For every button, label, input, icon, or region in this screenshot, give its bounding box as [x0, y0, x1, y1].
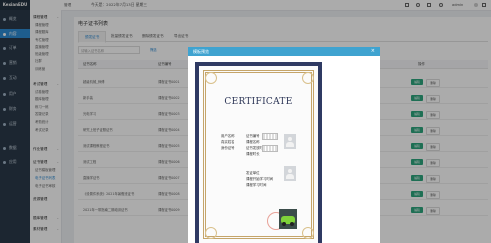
modal-title: 模板预览: [193, 49, 209, 54]
photo-placeholder: [284, 134, 296, 149]
corner-ornament: [205, 227, 217, 239]
field-idno: 身份证号: [221, 146, 235, 150]
close-icon[interactable]: ×: [371, 47, 375, 56]
corner-ornament: [302, 227, 314, 239]
template-preview-modal: 模板预览 × CERTIFICATE 用户名称 真实姓名 身份证号 证书编号 课…: [188, 47, 380, 243]
certificate-heading: CERTIFICATE: [224, 97, 293, 107]
certificate-paper: CERTIFICATE 用户名称 真实姓名 身份证号 证书编号 课程名称 证书发…: [199, 66, 318, 243]
field-study-time: 课程学习时间: [246, 183, 267, 187]
modal-header: 模板预览 ×: [188, 47, 380, 56]
field-cert-no: 证书编号: [246, 134, 260, 138]
certificate-preview: CERTIFICATE 用户名称 真实姓名 身份证号 证书编号 课程名称 证书发…: [195, 62, 322, 243]
field-value-box: [262, 145, 278, 152]
corner-ornament: [302, 72, 314, 84]
field-course-name: 课程名称: [246, 140, 260, 144]
course-image: [279, 209, 297, 229]
field-issuer: 发证单位: [246, 171, 260, 175]
field-realname: 真实姓名: [221, 140, 235, 144]
field-username: 用户名称: [221, 134, 235, 138]
photo-placeholder: [284, 166, 296, 181]
field-value-box: [262, 133, 278, 140]
field-course-duration: 课程时长: [246, 152, 260, 156]
field-start-time: 课程开始学习时间: [246, 177, 274, 181]
corner-ornament: [205, 72, 217, 84]
